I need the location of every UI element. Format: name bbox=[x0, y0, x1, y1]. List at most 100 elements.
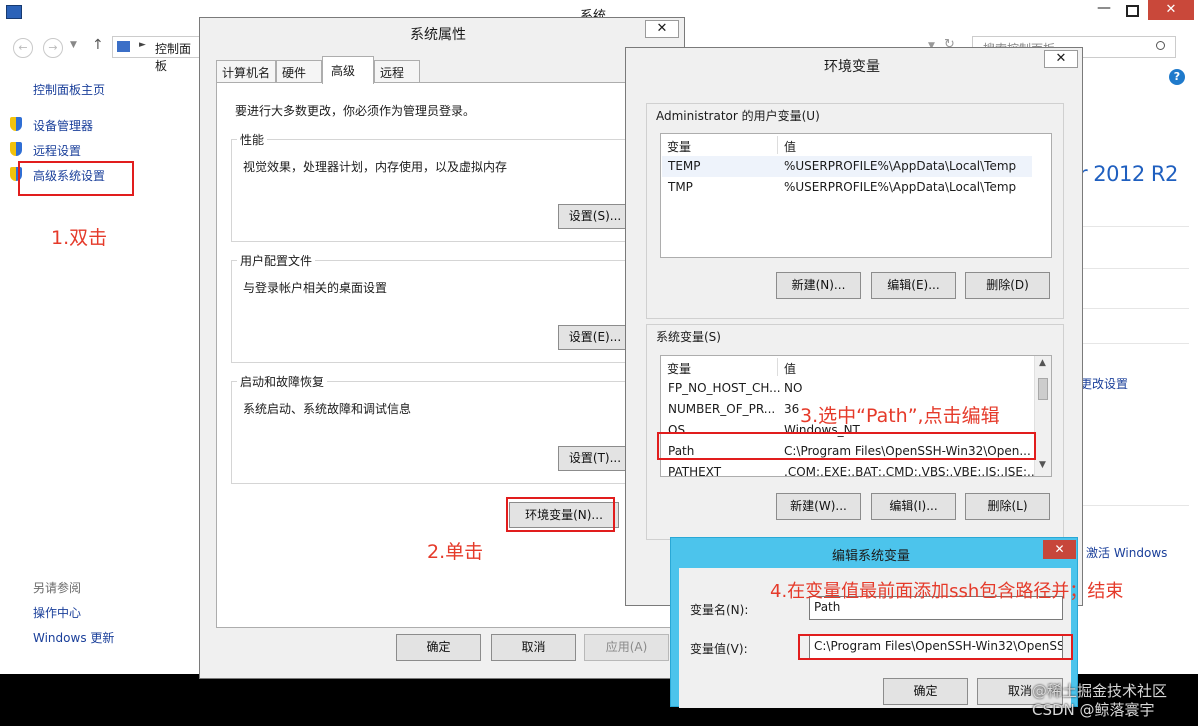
maximize-icon bbox=[1126, 5, 1139, 17]
vertical-scrollbar[interactable]: ▲ ▼ bbox=[1034, 356, 1051, 476]
help-icon[interactable]: ? bbox=[1169, 69, 1185, 85]
highlight-env-button bbox=[506, 497, 615, 532]
var-value: %USERPROFILE%\AppData\Local\Temp bbox=[784, 180, 1017, 194]
column-header-variable[interactable]: 变量 bbox=[667, 138, 691, 155]
see-also-title: 另请参阅 bbox=[33, 581, 82, 595]
variable-value-label: 变量值(V): bbox=[690, 642, 748, 656]
highlight-variable-value bbox=[798, 634, 1073, 660]
watermark: @稀土掘金技术社区 CSDN @鲸落寰宇 bbox=[1032, 682, 1168, 719]
annotation-step2: 2.单击 bbox=[427, 541, 484, 563]
highlight-advanced-settings bbox=[18, 161, 134, 196]
sidebar-home-link[interactable]: 控制面板主页 bbox=[33, 81, 105, 98]
performance-settings-button[interactable]: 设置(S)... bbox=[558, 204, 632, 229]
var-name: PATHEXT bbox=[668, 465, 722, 477]
highlight-path-row bbox=[657, 432, 1036, 460]
column-header-variable[interactable]: 变量 bbox=[667, 360, 691, 377]
system-delete-button[interactable]: 删除(L) bbox=[965, 493, 1050, 520]
var-value: .COM;.EXE;.BAT;.CMD;.VBS;.VBE;.JS;.JSE;.… bbox=[784, 465, 1039, 477]
ok-button[interactable]: 确定 bbox=[396, 634, 481, 661]
tab-label: 高级 bbox=[331, 64, 356, 78]
scroll-down-icon[interactable]: ▼ bbox=[1039, 460, 1046, 470]
environment-variables-dialog: 环境变量 ✕ Administrator 的用户变量(U) 变量 值 TEMP … bbox=[625, 47, 1083, 606]
history-dropdown-icon[interactable]: ▼ bbox=[70, 40, 77, 50]
see-also-windows-update[interactable]: Windows 更新 bbox=[33, 629, 114, 646]
user-variables-title: Administrator 的用户变量(U) bbox=[656, 109, 820, 123]
scroll-up-icon[interactable]: ▲ bbox=[1039, 358, 1046, 368]
column-header-value[interactable]: 值 bbox=[784, 360, 796, 377]
annotation-step4: 4.在变量值最前面添加ssh包含路径并；结束 bbox=[770, 581, 1124, 602]
tab-computer-name[interactable]: 计算机名 bbox=[216, 60, 276, 82]
close-button[interactable]: ✕ bbox=[1044, 50, 1078, 68]
system-edit-button[interactable]: 编辑(I)... bbox=[871, 493, 956, 520]
group-desc: 视觉效果，处理器计划，内存使用，以及虚拟内存 bbox=[243, 160, 508, 174]
table-row[interactable]: PATHEXT .COM;.EXE;.BAT;.CMD;.VBS;.VBE;.J… bbox=[662, 462, 1038, 477]
sidebar-item-label: 远程设置 bbox=[33, 144, 82, 158]
group-desc: 与登录帐户相关的桌面设置 bbox=[243, 281, 388, 295]
admin-note: 要进行大多数更改，你必须作为管理员登录。 bbox=[235, 104, 476, 118]
shield-icon bbox=[10, 142, 22, 156]
apply-button[interactable]: 应用(A) bbox=[584, 634, 669, 661]
dialog-title: 编辑系统变量 bbox=[832, 549, 911, 564]
maximize-button[interactable] bbox=[1118, 0, 1146, 20]
tab-remote[interactable]: 远程 bbox=[374, 60, 420, 82]
breadcrumb-chevron-icon: ► bbox=[139, 40, 146, 50]
annotation-step1: 1.双击 bbox=[51, 227, 108, 249]
system-variables-title: 系统变量(S) bbox=[656, 330, 721, 344]
see-also-action-center[interactable]: 操作中心 bbox=[33, 604, 81, 621]
search-icon bbox=[1156, 41, 1165, 50]
startup-recovery-group: 启动和故障恢复 系统启动、系统故障和调试信息 设置(T)... bbox=[231, 373, 661, 484]
column-divider bbox=[777, 136, 778, 154]
performance-group: 性能 视觉效果，处理器计划，内存使用，以及虚拟内存 设置(S)... bbox=[231, 131, 661, 242]
edit-system-variable-dialog: 编辑系统变量 ✕ 变量名(N): Path 变量值(V): C:\Program… bbox=[670, 537, 1078, 708]
windows-server-brand: r 2012 R2 bbox=[1079, 162, 1178, 186]
tab-hardware[interactable]: 硬件 bbox=[276, 60, 322, 82]
table-row[interactable]: TMP %USERPROFILE%\AppData\Local\Temp bbox=[662, 177, 1032, 198]
user-new-button[interactable]: 新建(N)... bbox=[776, 272, 861, 299]
group-title: 启动和故障恢复 bbox=[237, 373, 328, 390]
var-value: 36 bbox=[784, 402, 800, 416]
right-divider bbox=[1079, 308, 1189, 309]
change-settings-link[interactable]: 更改设置 bbox=[1080, 375, 1128, 392]
var-name: NUMBER_OF_PR... bbox=[668, 402, 776, 416]
table-row[interactable]: TEMP %USERPROFILE%\AppData\Local\Temp bbox=[662, 156, 1032, 177]
var-name: TMP bbox=[668, 180, 693, 194]
user-delete-button[interactable]: 删除(D) bbox=[965, 272, 1050, 299]
column-header-value[interactable]: 值 bbox=[784, 138, 796, 155]
var-name: FP_NO_HOST_CH... bbox=[668, 381, 781, 395]
back-button[interactable]: ← bbox=[13, 38, 33, 58]
cancel-button[interactable]: 取消 bbox=[491, 634, 576, 661]
minimize-button[interactable]: — bbox=[1090, 0, 1118, 20]
table-row[interactable]: FP_NO_HOST_CH... NO bbox=[662, 378, 1034, 399]
group-title: 性能 bbox=[237, 131, 268, 148]
dialog-title: 系统属性 bbox=[410, 27, 466, 43]
close-button[interactable]: ✕ bbox=[645, 20, 679, 38]
scroll-thumb[interactable] bbox=[1038, 378, 1048, 400]
sidebar-item-label: 设备管理器 bbox=[33, 119, 94, 133]
tab-label: 计算机名 bbox=[222, 66, 271, 80]
user-variables-group: Administrator 的用户变量(U) 变量 值 TEMP %USERPR… bbox=[646, 103, 1064, 319]
system-new-button[interactable]: 新建(W)... bbox=[776, 493, 861, 520]
address-bar[interactable]: ► 控制面板 bbox=[112, 36, 202, 73]
right-divider bbox=[1079, 268, 1189, 269]
control-panel-icon bbox=[117, 41, 130, 52]
variable-name-label: 变量名(N): bbox=[690, 603, 749, 617]
annotation-step3: 3.选中“Path”,点击编辑 bbox=[800, 405, 1000, 427]
system-properties-dialog: 系统属性 ✕ 计算机名 硬件 高级 远程 要进行大多数更改，你必须作为管理员登录… bbox=[199, 17, 685, 679]
user-edit-button[interactable]: 编辑(E)... bbox=[871, 272, 956, 299]
activate-windows-link[interactable]: 激活 Windows bbox=[1086, 544, 1167, 561]
column-divider bbox=[777, 358, 778, 376]
profile-settings-button[interactable]: 设置(E)... bbox=[558, 325, 632, 350]
up-button[interactable]: ↑ bbox=[92, 37, 104, 53]
breadcrumb[interactable]: 控制面板 bbox=[155, 40, 202, 74]
tab-label: 硬件 bbox=[282, 66, 307, 80]
group-desc: 系统启动、系统故障和调试信息 bbox=[243, 402, 412, 416]
edit-ok-button[interactable]: 确定 bbox=[883, 678, 968, 705]
close-button[interactable]: ✕ bbox=[1043, 540, 1076, 559]
forward-button[interactable]: → bbox=[43, 38, 63, 58]
close-button[interactable]: ✕ bbox=[1148, 0, 1194, 20]
right-divider bbox=[1079, 505, 1189, 506]
user-variables-list[interactable]: 变量 值 TEMP %USERPROFILE%\AppData\Local\Te… bbox=[660, 133, 1052, 258]
group-title: 用户配置文件 bbox=[237, 252, 316, 269]
tab-advanced[interactable]: 高级 bbox=[322, 56, 374, 84]
startup-settings-button[interactable]: 设置(T)... bbox=[558, 446, 632, 471]
